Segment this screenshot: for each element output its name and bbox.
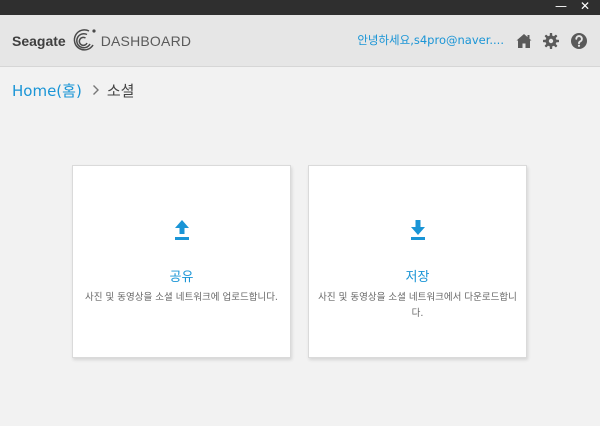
brand-name: Seagate	[12, 32, 66, 49]
breadcrumb-current: 소셜	[106, 81, 135, 100]
app-header: Seagate DASHBOARD 안녕하세요,s4pro@naver....	[0, 15, 600, 67]
chevron-right-icon	[92, 85, 99, 95]
upload-arrow-icon	[175, 220, 189, 240]
share-card-description: 사진 및 동영상을 소셜 네트워크에 업로드합니다.	[85, 292, 278, 303]
seagate-swirl-icon	[73, 28, 96, 51]
download-arrow-icon	[411, 220, 425, 240]
brand-logo: Seagate DASHBOARD	[12, 15, 191, 66]
gear-icon[interactable]	[542, 32, 560, 50]
save-card[interactable]: 저장 사진 및 동영상을 소셜 네트워크에서 다운로드합니다.	[308, 165, 527, 358]
save-card-description: 사진 및 동영상을 소셜 네트워크에서 다운로드합니다.	[318, 292, 517, 319]
breadcrumb-home-link[interactable]: Home(홈)	[12, 80, 82, 101]
save-card-title: 저장	[405, 270, 430, 285]
close-button[interactable]: ✕	[575, 0, 595, 15]
user-greeting-link[interactable]: 안녕하세요,s4pro@naver....	[357, 15, 504, 66]
product-name: DASHBOARD	[100, 32, 192, 49]
share-card-title: 공유	[169, 270, 194, 285]
share-card[interactable]: 공유 사진 및 동영상을 소셜 네트워크에 업로드합니다.	[72, 165, 291, 358]
breadcrumb: Home(홈) 소셜	[12, 79, 134, 101]
home-icon[interactable]	[515, 32, 533, 50]
minimize-button[interactable]: —	[551, 0, 571, 15]
help-icon[interactable]	[570, 32, 588, 50]
window-titlebar: — ✕	[0, 0, 600, 15]
